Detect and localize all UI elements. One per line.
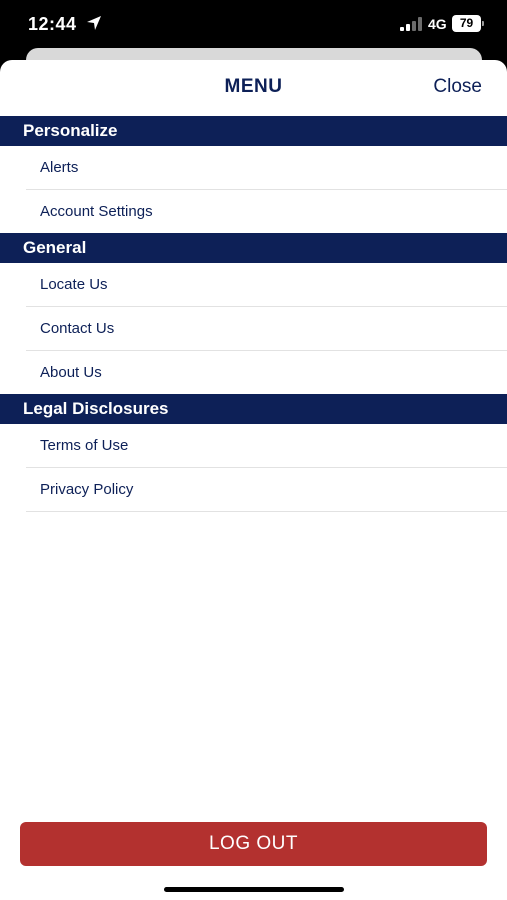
network-label: 4G [428, 16, 447, 32]
battery-icon: 79 [452, 15, 485, 32]
logout-button[interactable]: LOG OUT [20, 822, 487, 866]
section-header-general: General [0, 233, 507, 263]
battery-tip [482, 21, 484, 26]
menu-sheet: MENU Close Personalize Alerts Account Se… [0, 60, 507, 900]
status-time: 12:44 [28, 14, 77, 34]
menu-item-account-settings[interactable]: Account Settings [26, 190, 507, 234]
menu-header: MENU Close [0, 60, 507, 116]
screen: 12:44 4G 79 MENU Close Personalize Alert… [0, 0, 507, 900]
home-indicator [164, 887, 344, 892]
menu-item-privacy-policy[interactable]: Privacy Policy [26, 468, 507, 512]
status-bar: 12:44 4G 79 [0, 0, 507, 50]
location-arrow-icon [87, 16, 101, 30]
menu-item-about-us[interactable]: About Us [26, 351, 507, 395]
close-button[interactable]: Close [433, 76, 482, 98]
menu-item-locate-us[interactable]: Locate Us [26, 263, 507, 307]
menu-title: MENU [224, 76, 283, 97]
section-header-legal-disclosures: Legal Disclosures [0, 394, 507, 424]
menu-item-contact-us[interactable]: Contact Us [26, 307, 507, 351]
menu-item-terms-of-use[interactable]: Terms of Use [26, 424, 507, 468]
menu-item-alerts[interactable]: Alerts [26, 146, 507, 190]
signal-icon [400, 17, 422, 31]
section-header-personalize: Personalize [0, 116, 507, 146]
battery-level: 79 [459, 16, 474, 30]
